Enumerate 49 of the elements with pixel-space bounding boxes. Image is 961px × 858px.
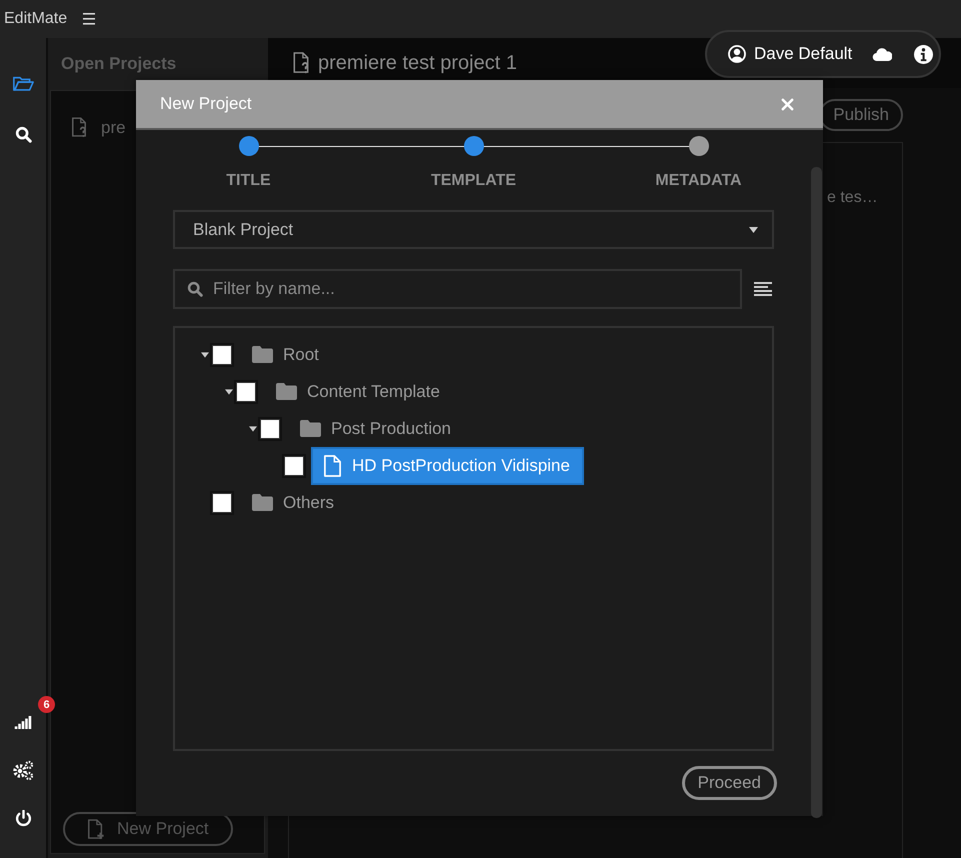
caret-down-icon[interactable]	[200, 352, 208, 358]
tree-item[interactable]: Post Production	[287, 410, 466, 448]
project-title: premiere test project 1	[318, 52, 517, 74]
signal-bars-icon[interactable]	[14, 716, 32, 728]
scrollbar[interactable]	[811, 167, 822, 818]
folder-icon	[275, 382, 297, 401]
user-name[interactable]: Dave Default	[754, 44, 852, 64]
cloud-icon[interactable]	[872, 46, 892, 62]
search-icon	[187, 281, 203, 297]
file-icon	[323, 454, 342, 476]
preview-text: e tes…	[827, 189, 878, 206]
folder-icon	[251, 345, 273, 364]
dialog-title: New Project	[160, 94, 252, 114]
step-label: TEMPLATE	[430, 172, 516, 190]
tree-item[interactable]: HD PostProduction Vidispine	[311, 446, 584, 484]
file-plus-icon	[87, 818, 105, 840]
info-icon[interactable]	[914, 44, 934, 64]
caret-down-icon[interactable]	[248, 426, 256, 432]
dropdown-caret-icon	[749, 226, 758, 232]
close-icon	[781, 98, 794, 110]
tree-item[interactable]: Others	[239, 484, 348, 522]
app-title: EditMate	[4, 10, 68, 28]
step-label: TITLE	[226, 172, 271, 190]
user-circle-icon	[728, 45, 746, 63]
file-question-icon	[71, 117, 87, 138]
close-button[interactable]	[781, 98, 794, 110]
notification-badge: 6	[38, 696, 55, 713]
power-icon[interactable]	[14, 810, 32, 826]
step-label: METADATA	[655, 172, 742, 190]
filter-input[interactable]: Filter by name...	[213, 279, 713, 299]
template-dropdown[interactable]: Blank Project	[173, 210, 774, 249]
checkbox[interactable]	[212, 344, 232, 364]
gears-icon[interactable]	[13, 760, 33, 780]
folder-icon	[251, 493, 273, 512]
proceed-button[interactable]: Proceed	[682, 766, 777, 800]
filter-field[interactable]: Filter by name...	[173, 269, 742, 309]
checkbox[interactable]	[212, 492, 232, 512]
caret-down-icon[interactable]	[224, 388, 232, 394]
checkbox[interactable]	[284, 456, 304, 476]
folder-icon	[299, 419, 321, 438]
file-question-icon	[292, 52, 310, 74]
checkbox[interactable]	[260, 418, 280, 438]
tree-item[interactable]: Content Template	[263, 372, 454, 410]
search-icon[interactable]	[14, 126, 32, 142]
panel-title: Open Projects	[60, 53, 178, 75]
list-view-icon[interactable]	[754, 282, 772, 296]
tree-item[interactable]: Root	[239, 336, 333, 374]
menu-icon[interactable]	[83, 13, 96, 25]
checkbox[interactable]	[236, 382, 256, 402]
